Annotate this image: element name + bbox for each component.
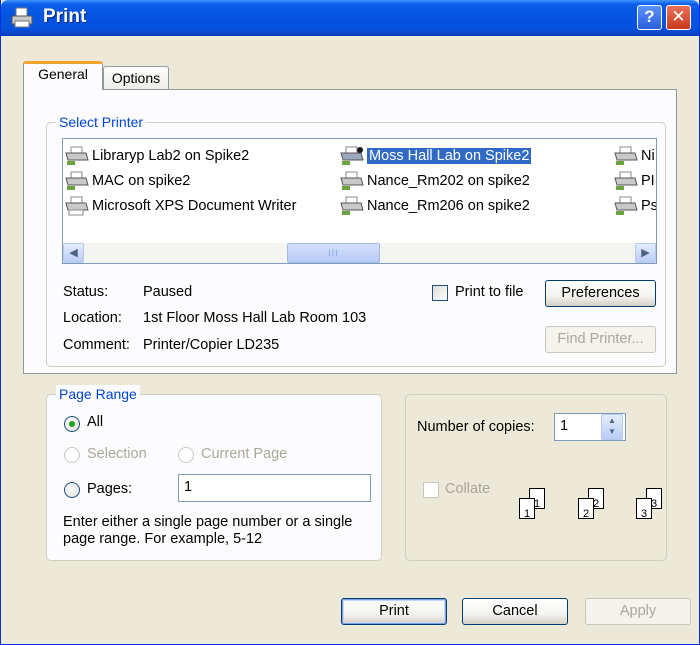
window-title: Print [43, 6, 87, 27]
selection-label: Selection [87, 446, 147, 462]
page-range-label: Page Range [56, 385, 140, 403]
location-value: 1st Floor Moss Hall Lab Room 103 [143, 310, 367, 326]
network-printer-icon [65, 171, 89, 190]
status-label: Status: [63, 284, 109, 300]
network-printer-icon [614, 146, 638, 165]
network-printer-icon [614, 171, 638, 190]
close-button[interactable]: ✕ [666, 5, 691, 30]
print-to-file-label: Print to file [455, 284, 524, 300]
location-label: Location: [63, 310, 122, 326]
current-page-label: Current Page [201, 446, 288, 462]
number-of-copies-label: Number of copies: [417, 419, 535, 435]
select-printer-label: Select Printer [56, 113, 147, 131]
printer-item-mac-spike2[interactable]: MAC on spike2 [65, 170, 190, 192]
spin-down-arrow-icon[interactable]: ▼ [602, 426, 622, 437]
current-page-radio[interactable] [178, 447, 194, 463]
printer-item-moss-hall-lab[interactable]: Moss Hall Lab on Spike2 [340, 145, 532, 167]
scroll-left-arrow-icon[interactable]: ◀ [63, 243, 84, 263]
comment-label: Comment: [63, 337, 130, 353]
printer-item-libraryp-lab2[interactable]: Libraryp Lab2 on Spike2 [65, 145, 249, 167]
pages-label: Pages: [87, 481, 133, 497]
tab-general[interactable]: General [23, 61, 103, 90]
printer-item-microsoft-xps[interactable]: Microsoft XPS Document Writer [65, 195, 296, 217]
printer-item-partial-3[interactable]: Ps [614, 195, 656, 217]
page-range-hint-line2: page range. For example, 5-12 [63, 531, 263, 547]
title-bar[interactable]: Print ? ✕ [1, 0, 699, 36]
preferences-button[interactable]: Preferences [545, 280, 656, 307]
network-printer-icon [340, 171, 364, 190]
pages-radio[interactable] [64, 482, 80, 498]
scroll-thumb[interactable]: III [287, 243, 380, 263]
collate-label: Collate [445, 481, 491, 497]
scroll-right-arrow-icon[interactable]: ▶ [635, 243, 656, 263]
status-value: Paused [143, 284, 193, 300]
all-radio[interactable] [64, 416, 80, 432]
page-range-hint-line1: Enter either a single page number or a s… [63, 514, 353, 530]
network-printer-icon [65, 146, 89, 165]
printer-icon [11, 7, 33, 28]
printer-item-nance-rm202[interactable]: Nance_Rm202 on spike2 [340, 170, 530, 192]
network-printer-icon [614, 196, 638, 215]
printer-item-nance-rm206[interactable]: Nance_Rm206 on spike2 [340, 195, 530, 217]
default-network-printer-icon [340, 146, 364, 165]
cancel-button[interactable]: Cancel [462, 598, 568, 625]
spin-up-arrow-icon[interactable]: ▲ [602, 415, 622, 426]
network-printer-icon [340, 196, 364, 215]
printer-item-partial-2[interactable]: PI [614, 170, 655, 192]
help-button[interactable]: ? [637, 5, 662, 30]
all-label: All [87, 414, 104, 430]
print-to-file-checkbox[interactable] [432, 285, 448, 301]
tab-options[interactable]: Options [103, 66, 169, 90]
copies-spinner[interactable]: ▲ ▼ [601, 414, 623, 440]
print-dialog: Print ? ✕ General Options Select Printer… [0, 0, 700, 645]
apply-button[interactable]: Apply [585, 598, 691, 625]
collate-checkbox[interactable] [423, 482, 439, 498]
printer-list-scrollbar[interactable]: ◀ III ▶ [63, 243, 656, 263]
printer-item-partial-1[interactable]: Ni [614, 145, 655, 167]
print-button[interactable]: Print [341, 598, 447, 625]
pages-input[interactable]: 1 [178, 474, 371, 502]
comment-value: Printer/Copier LD235 [143, 337, 280, 353]
find-printer-button[interactable]: Find Printer... [545, 326, 656, 353]
printer-icon [65, 196, 89, 216]
selection-radio[interactable] [64, 447, 80, 463]
